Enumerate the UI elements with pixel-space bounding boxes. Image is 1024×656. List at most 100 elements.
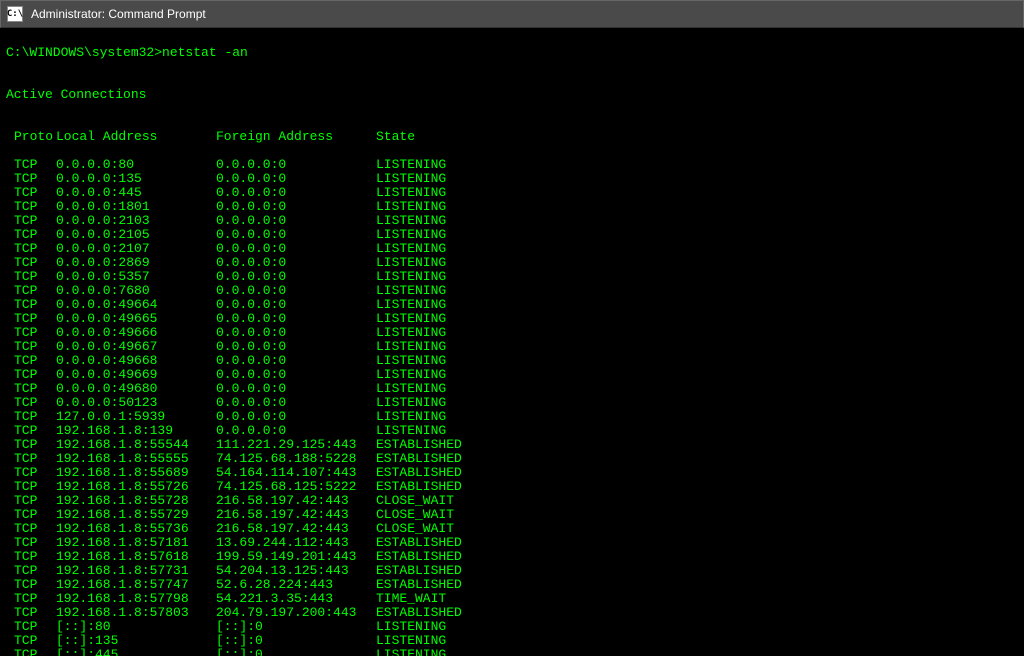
table-row: TCP192.168.1.8:57618199.59.149.201:443ES… xyxy=(6,550,1018,564)
cell-local: 0.0.0.0:135 xyxy=(56,172,216,186)
table-row: TCP192.168.1.8:55729216.58.197.42:443CLO… xyxy=(6,508,1018,522)
cell-proto: TCP xyxy=(6,438,56,452)
cell-state: LISTENING xyxy=(376,186,1018,200)
table-row: TCP[::]:445[::]:0LISTENING xyxy=(6,648,1018,656)
cell-local: 0.0.0.0:80 xyxy=(56,158,216,172)
cell-proto: TCP xyxy=(6,578,56,592)
cell-state: LISTENING xyxy=(376,340,1018,354)
cell-state: LISTENING xyxy=(376,410,1018,424)
cell-state: ESTABLISHED xyxy=(376,452,1018,466)
terminal-output[interactable]: C:\WINDOWS\system32>netstat -an Active C… xyxy=(0,28,1024,656)
cell-state: LISTENING xyxy=(376,242,1018,256)
cell-state: LISTENING xyxy=(376,214,1018,228)
table-row: TCP192.168.1.8:5718113.69.244.112:443EST… xyxy=(6,536,1018,550)
cell-local: 127.0.0.1:5939 xyxy=(56,410,216,424)
table-row: TCP192.168.1.8:55544111.221.29.125:443ES… xyxy=(6,438,1018,452)
cell-local: 0.0.0.0:49669 xyxy=(56,368,216,382)
cell-state: ESTABLISHED xyxy=(376,606,1018,620)
cell-proto: TCP xyxy=(6,396,56,410)
cell-foreign: 0.0.0.0:0 xyxy=(216,270,376,284)
cell-foreign: 0.0.0.0:0 xyxy=(216,200,376,214)
cell-state: ESTABLISHED xyxy=(376,536,1018,550)
cell-state: LISTENING xyxy=(376,284,1018,298)
table-row: TCP192.168.1.8:5774752.6.28.224:443ESTAB… xyxy=(6,578,1018,592)
window-titlebar[interactable]: C:\ Administrator: Command Prompt xyxy=(0,0,1024,28)
cell-local: 192.168.1.8:57181 xyxy=(56,536,216,550)
cell-proto: TCP xyxy=(6,466,56,480)
cell-local: 192.168.1.8:55689 xyxy=(56,466,216,480)
cell-local: 192.168.1.8:55726 xyxy=(56,480,216,494)
cell-foreign: 0.0.0.0:0 xyxy=(216,312,376,326)
cell-foreign: 0.0.0.0:0 xyxy=(216,242,376,256)
cell-local: 0.0.0.0:50123 xyxy=(56,396,216,410)
cell-proto: TCP xyxy=(6,648,56,656)
cell-proto: TCP xyxy=(6,550,56,564)
cell-state: LISTENING xyxy=(376,298,1018,312)
cell-foreign: 216.58.197.42:443 xyxy=(216,494,376,508)
cell-local: [::]:135 xyxy=(56,634,216,648)
cell-proto: TCP xyxy=(6,410,56,424)
cell-proto: TCP xyxy=(6,298,56,312)
cell-foreign: 0.0.0.0:0 xyxy=(216,340,376,354)
cell-foreign: 74.125.68.188:5228 xyxy=(216,452,376,466)
cell-local: 192.168.1.8:57747 xyxy=(56,578,216,592)
cell-foreign: [::]:0 xyxy=(216,620,376,634)
cell-proto: TCP xyxy=(6,214,56,228)
cell-state: ESTABLISHED xyxy=(376,564,1018,578)
window-title: Administrator: Command Prompt xyxy=(31,7,206,21)
table-row: TCP192.168.1.8:5773154.204.13.125:443EST… xyxy=(6,564,1018,578)
cell-local: 0.0.0.0:7680 xyxy=(56,284,216,298)
cell-state: LISTENING xyxy=(376,634,1018,648)
cell-foreign: 74.125.68.125:5222 xyxy=(216,480,376,494)
cell-local: 192.168.1.8:55544 xyxy=(56,438,216,452)
cell-proto: TCP xyxy=(6,368,56,382)
table-row: TCP192.168.1.8:5568954.164.114.107:443ES… xyxy=(6,466,1018,480)
cell-local: [::]:445 xyxy=(56,648,216,656)
cell-proto: TCP xyxy=(6,606,56,620)
cell-proto: TCP xyxy=(6,536,56,550)
cell-local: 192.168.1.8:55555 xyxy=(56,452,216,466)
cell-local: 0.0.0.0:2105 xyxy=(56,228,216,242)
cell-proto: TCP xyxy=(6,172,56,186)
cell-foreign: 13.69.244.112:443 xyxy=(216,536,376,550)
cell-state: TIME_WAIT xyxy=(376,592,1018,606)
cell-state: LISTENING xyxy=(376,354,1018,368)
cell-proto: TCP xyxy=(6,480,56,494)
table-row: TCP0.0.0.0:501230.0.0.0:0LISTENING xyxy=(6,396,1018,410)
cell-state: LISTENING xyxy=(376,200,1018,214)
cell-local: 0.0.0.0:49665 xyxy=(56,312,216,326)
table-row: TCP0.0.0.0:1350.0.0.0:0LISTENING xyxy=(6,172,1018,186)
cell-local: 0.0.0.0:49668 xyxy=(56,354,216,368)
cell-state: ESTABLISHED xyxy=(376,578,1018,592)
cell-local: 0.0.0.0:2107 xyxy=(56,242,216,256)
cell-proto: TCP xyxy=(6,326,56,340)
cell-proto: TCP xyxy=(6,424,56,438)
cell-proto: TCP xyxy=(6,312,56,326)
cell-state: LISTENING xyxy=(376,228,1018,242)
cell-foreign: 0.0.0.0:0 xyxy=(216,424,376,438)
cell-foreign: 54.164.114.107:443 xyxy=(216,466,376,480)
table-row: TCP192.168.1.8:5572674.125.68.125:5222ES… xyxy=(6,480,1018,494)
table-row: TCP0.0.0.0:496640.0.0.0:0LISTENING xyxy=(6,298,1018,312)
cell-local: 192.168.1.8:55736 xyxy=(56,522,216,536)
table-row: TCP192.168.1.8:55736216.58.197.42:443CLO… xyxy=(6,522,1018,536)
cell-local: 0.0.0.0:1801 xyxy=(56,200,216,214)
table-row: TCP0.0.0.0:21030.0.0.0:0LISTENING xyxy=(6,214,1018,228)
cell-foreign: 0.0.0.0:0 xyxy=(216,368,376,382)
table-row: TCP0.0.0.0:496680.0.0.0:0LISTENING xyxy=(6,354,1018,368)
cell-foreign: 0.0.0.0:0 xyxy=(216,354,376,368)
cell-local: 192.168.1.8:55729 xyxy=(56,508,216,522)
cell-state: ESTABLISHED xyxy=(376,480,1018,494)
table-row: TCP192.168.1.8:1390.0.0.0:0LISTENING xyxy=(6,424,1018,438)
cell-state: LISTENING xyxy=(376,396,1018,410)
header-proto: Proto xyxy=(6,130,56,144)
cell-proto: TCP xyxy=(6,634,56,648)
cell-local: 0.0.0.0:2869 xyxy=(56,256,216,270)
table-row: TCP127.0.0.1:59390.0.0.0:0LISTENING xyxy=(6,410,1018,424)
cell-state: LISTENING xyxy=(376,424,1018,438)
cell-proto: TCP xyxy=(6,354,56,368)
prompt-path: C:\WINDOWS\system32> xyxy=(6,45,162,60)
cell-state: LISTENING xyxy=(376,648,1018,656)
table-row: TCP0.0.0.0:496650.0.0.0:0LISTENING xyxy=(6,312,1018,326)
prompt-command: netstat -an xyxy=(162,45,248,60)
